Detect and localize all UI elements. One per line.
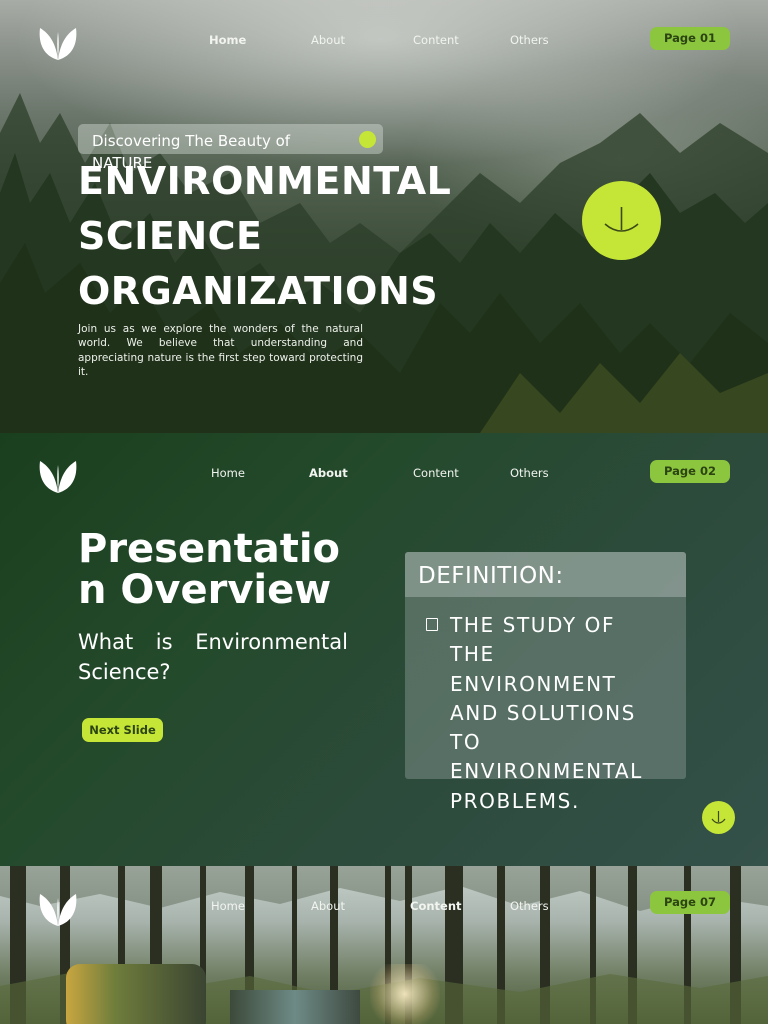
- nav-content[interactable]: Content: [410, 899, 462, 913]
- sunlight-glow: [370, 964, 440, 1024]
- forest-photo-card: [66, 964, 206, 1024]
- nav-about[interactable]: About: [309, 466, 348, 480]
- overview-subtitle: What is Environmental Science?: [78, 630, 348, 684]
- next-slide-button[interactable]: Next Slide: [82, 718, 163, 742]
- nav-home[interactable]: Home: [209, 33, 246, 47]
- content-section: Home About Content Others Page 07: [0, 866, 768, 1024]
- tagline-dot-icon: [359, 131, 376, 148]
- nav-home[interactable]: Home: [211, 466, 245, 480]
- leaf-logo-icon[interactable]: [36, 455, 80, 495]
- hero-title-line: SCIENCE: [78, 214, 263, 258]
- nav-home[interactable]: Home: [211, 899, 245, 913]
- square-bullet-icon: [426, 618, 438, 631]
- leaf-logo-icon[interactable]: [36, 22, 80, 62]
- hero-description: Join us as we explore the wonders of the…: [78, 323, 363, 378]
- definition-heading: DEFINITION:: [418, 563, 564, 589]
- nav-content[interactable]: Content: [413, 33, 459, 47]
- definition-text: THE STUDY OF THE ENVIRONMENT AND SOLUTIO…: [450, 613, 643, 813]
- arrow-down-icon: [604, 207, 639, 232]
- nav-about[interactable]: About: [311, 33, 345, 47]
- page-indicator[interactable]: Page 07: [650, 891, 730, 914]
- hero-section: Home About Content Others Page 01 Discov…: [0, 0, 768, 433]
- nav-about[interactable]: About: [311, 899, 345, 913]
- hero-title-line: ENVIRONMENTAL: [78, 159, 452, 203]
- forest-photo-card: [230, 990, 360, 1024]
- nav-others[interactable]: Others: [510, 899, 549, 913]
- nav-content[interactable]: Content: [413, 466, 459, 480]
- page-indicator[interactable]: Page 02: [650, 460, 730, 483]
- hero-title: ENVIRONMENTAL SCIENCE ORGANIZATIONS: [78, 154, 498, 319]
- nav-others[interactable]: Others: [510, 33, 549, 47]
- overview-section: Home About Content Others Page 02 Presen…: [0, 433, 768, 866]
- leaf-logo-icon[interactable]: [36, 888, 80, 928]
- nav-others[interactable]: Others: [510, 466, 549, 480]
- scroll-down-button[interactable]: [582, 181, 661, 260]
- overview-title: Presentation Overview: [78, 526, 341, 613]
- hero-title-line: ORGANIZATIONS: [78, 269, 439, 313]
- page-indicator[interactable]: Page 01: [650, 27, 730, 50]
- arrow-down-icon: [711, 811, 726, 824]
- scroll-down-button[interactable]: [702, 801, 735, 834]
